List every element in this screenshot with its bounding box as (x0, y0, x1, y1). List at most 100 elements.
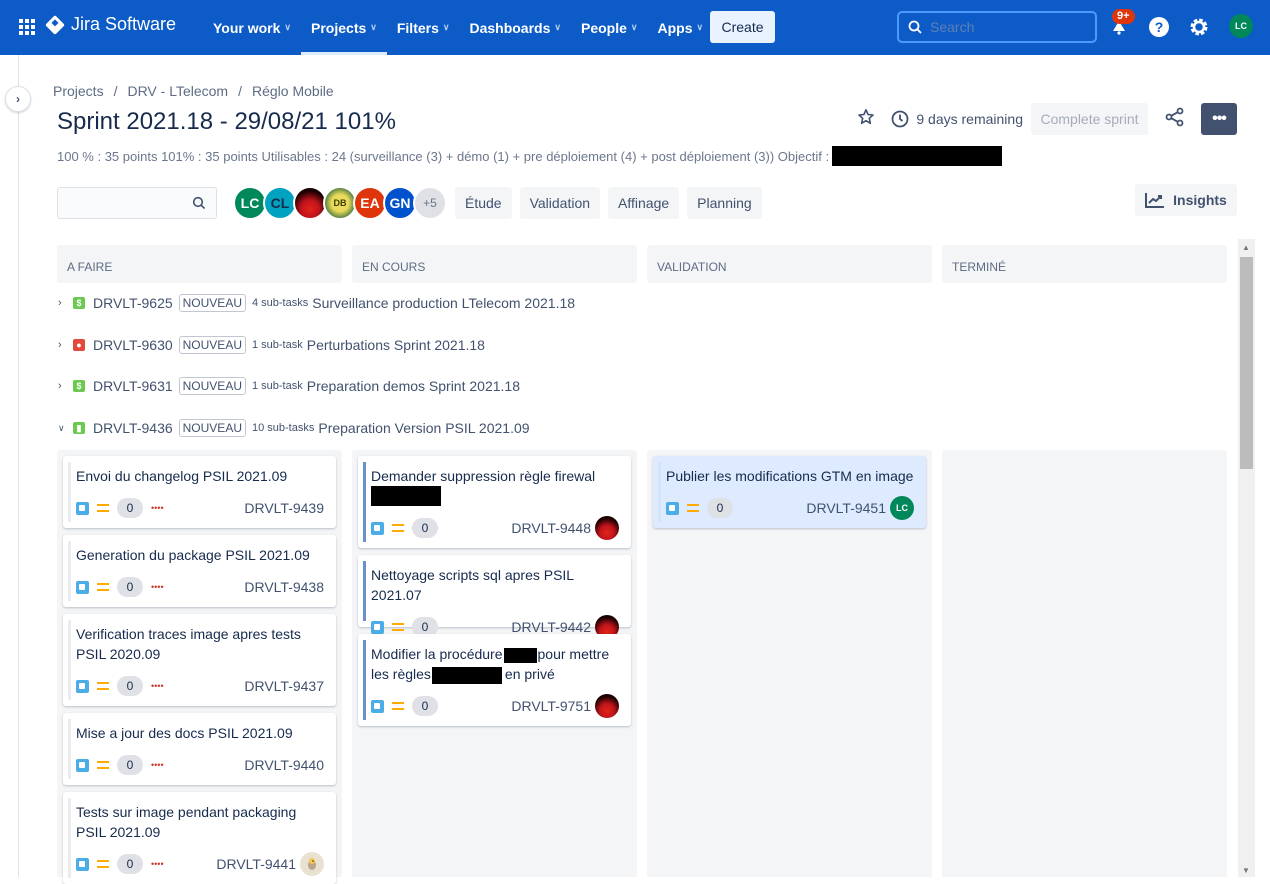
priority-medium-icon (392, 623, 404, 631)
settings-gear-icon[interactable] (1188, 16, 1210, 38)
quick-filter-validation[interactable]: Validation (519, 187, 601, 219)
search-input[interactable] (930, 19, 1080, 35)
scrollbar-thumb[interactable] (1240, 257, 1253, 469)
nav-filters[interactable]: Filters ∨ (387, 0, 460, 55)
subtask-type-icon (76, 501, 89, 515)
breadcrumb-projects[interactable]: Projects (53, 83, 104, 99)
header-actions: 9 days remaining Complete sprint ••• (857, 103, 1237, 135)
create-button[interactable]: Create (710, 11, 775, 43)
chevron-down-icon: ∨ (554, 22, 561, 32)
sidebar-divider (18, 55, 19, 877)
swimlane-header[interactable]: › $ DRVLT-9625 NOUVEAU 4 sub-tasks Surve… (58, 294, 575, 312)
issue-key[interactable]: DRVLT-9448 (511, 520, 591, 536)
issue-key[interactable]: DRVLT-9438 (244, 579, 324, 595)
board-search-input[interactable] (57, 187, 217, 219)
help-icon[interactable]: ? (1148, 16, 1170, 38)
issue-key[interactable]: DRVLT-9437 (244, 678, 324, 694)
breadcrumb-project[interactable]: DRV - LTelecom (127, 83, 228, 99)
quick-filter-etude[interactable]: Étude (455, 187, 512, 219)
chevron-right-icon[interactable]: › (58, 297, 68, 309)
column-header-todo: A FAIRE (57, 245, 342, 283)
issue-card[interactable]: Publier les modifications GTM en image 0… (653, 456, 926, 528)
bird-avatar-icon (308, 858, 316, 870)
issue-key[interactable]: DRVLT-9751 (511, 698, 591, 714)
issue-key[interactable]: DRVLT-9441 (216, 856, 296, 872)
issue-card[interactable]: Demander suppression règle firewal 0 DRV… (358, 456, 631, 548)
issue-card[interactable]: Tests sur image pendant packaging PSIL 2… (63, 792, 336, 884)
chevron-down-icon[interactable]: ∨ (58, 423, 68, 434)
breadcrumb-separator: / (113, 83, 118, 99)
swimlane-key[interactable]: DRVLT-9631 (93, 378, 173, 394)
board-scrollbar[interactable]: ▲ ▼ (1238, 239, 1255, 877)
search-icon (192, 196, 206, 210)
nav-apps[interactable]: Apps ∨ (647, 0, 713, 55)
issue-key[interactable]: DRVLT-9451 (806, 500, 886, 516)
issue-card[interactable]: Verification traces image apres tests PS… (63, 614, 336, 706)
card-title: Tests sur image pendant packaging PSIL 2… (76, 804, 297, 840)
chevron-right-icon[interactable]: › (58, 339, 68, 351)
issue-card[interactable]: Mise a jour des docs PSIL 2021.09 0 ••••… (63, 713, 336, 785)
scroll-down-arrow-icon[interactable]: ▼ (1242, 866, 1250, 875)
assignee-avatar[interactable]: LC (233, 186, 267, 220)
nav-label: Projects (311, 19, 367, 36)
quick-filter-affinage[interactable]: Affinage (608, 187, 680, 219)
swimlane-header[interactable]: › $ DRVLT-9631 NOUVEAU 1 sub-task Prepar… (58, 377, 520, 395)
subtask-type-icon (666, 501, 679, 515)
breadcrumb-board[interactable]: Réglo Mobile (252, 83, 334, 99)
chevron-down-icon: ∨ (284, 22, 292, 32)
swimlane-header[interactable]: ∨ ▮ DRVLT-9436 NOUVEAU 10 sub-tasks Prep… (58, 419, 530, 437)
quick-filter-planning[interactable]: Planning (687, 187, 762, 219)
assignee-avatar[interactable]: EA (353, 186, 387, 220)
share-icon[interactable] (1165, 107, 1185, 132)
story-points-badge: 0 (707, 498, 733, 518)
subtask-count: 1 sub-task (251, 339, 303, 351)
nav-dashboards[interactable]: Dashboards ∨ (459, 0, 571, 55)
subtask-count: 10 sub-tasks (251, 422, 315, 434)
star-icon[interactable] (857, 108, 875, 131)
complete-sprint-button[interactable]: Complete sprint (1031, 103, 1148, 135)
status-lozenge: NOUVEAU (178, 419, 246, 437)
more-actions-button[interactable]: ••• (1201, 103, 1237, 135)
chevron-right-icon[interactable]: › (58, 380, 68, 392)
assignee-avatar[interactable] (595, 694, 619, 718)
search-box[interactable] (897, 11, 1097, 43)
notifications-badge: 9+ (1112, 9, 1135, 24)
scroll-up-arrow-icon[interactable]: ▲ (1242, 243, 1250, 252)
user-avatar[interactable]: LC (1229, 14, 1253, 38)
story-points-badge: 0 (412, 696, 438, 716)
insights-button[interactable]: Insights (1135, 184, 1237, 216)
nav-your-work[interactable]: Your work ∨ (203, 0, 301, 55)
swimlane-key[interactable]: DRVLT-9436 (93, 420, 173, 436)
assignee-avatar[interactable]: DB (323, 186, 357, 220)
assignee-avatar[interactable]: CL (263, 186, 297, 220)
app-switcher-icon[interactable] (19, 19, 35, 35)
subtest-issue-type-icon: $ (73, 297, 85, 309)
status-lozenge: NOUVEAU (178, 377, 246, 395)
expand-sidebar-button[interactable]: › (5, 86, 31, 112)
nav-projects[interactable]: Projects ∨ (301, 0, 387, 55)
card-title: Demander suppression règle firewal (371, 466, 619, 506)
issue-card[interactable]: Generation du package PSIL 2021.09 0 •••… (63, 535, 336, 607)
flag-dots-icon: •••• (151, 503, 164, 513)
nav-label: Filters (396, 19, 439, 36)
issue-key[interactable]: DRVLT-9442 (511, 619, 591, 635)
assignee-avatar[interactable]: GN (383, 186, 417, 220)
assignee-avatar[interactable] (293, 186, 327, 220)
swimlane-key[interactable]: DRVLT-9630 (93, 337, 173, 353)
swimlane-key[interactable]: DRVLT-9625 (93, 295, 173, 311)
assignee-avatar[interactable] (595, 516, 619, 540)
swimlane-title: Surveillance production LTelecom 2021.18 (312, 295, 576, 311)
assignee-avatar[interactable]: LC (890, 496, 914, 520)
issue-card[interactable]: Envoi du changelog PSIL 2021.09 0 •••• D… (63, 456, 336, 528)
chevron-down-icon: ∨ (370, 22, 377, 32)
issue-card[interactable]: Modifier la procédure pour mettre les règ… (358, 634, 631, 726)
assignee-avatar[interactable] (300, 852, 324, 876)
issue-key[interactable]: DRVLT-9440 (244, 757, 324, 773)
issue-key[interactable]: DRVLT-9439 (244, 500, 324, 516)
subtask-type-icon (76, 580, 89, 594)
nav-people[interactable]: People ∨ (571, 0, 648, 55)
swimlane-header[interactable]: › ● DRVLT-9630 NOUVEAU 1 sub-task Pertur… (58, 336, 485, 354)
more-assignees-button[interactable]: +5 (413, 186, 447, 220)
issue-card[interactable]: Nettoyage scripts sql apres PSIL 2021.07… (358, 555, 631, 639)
jira-logo[interactable]: Jira Software (45, 14, 176, 35)
